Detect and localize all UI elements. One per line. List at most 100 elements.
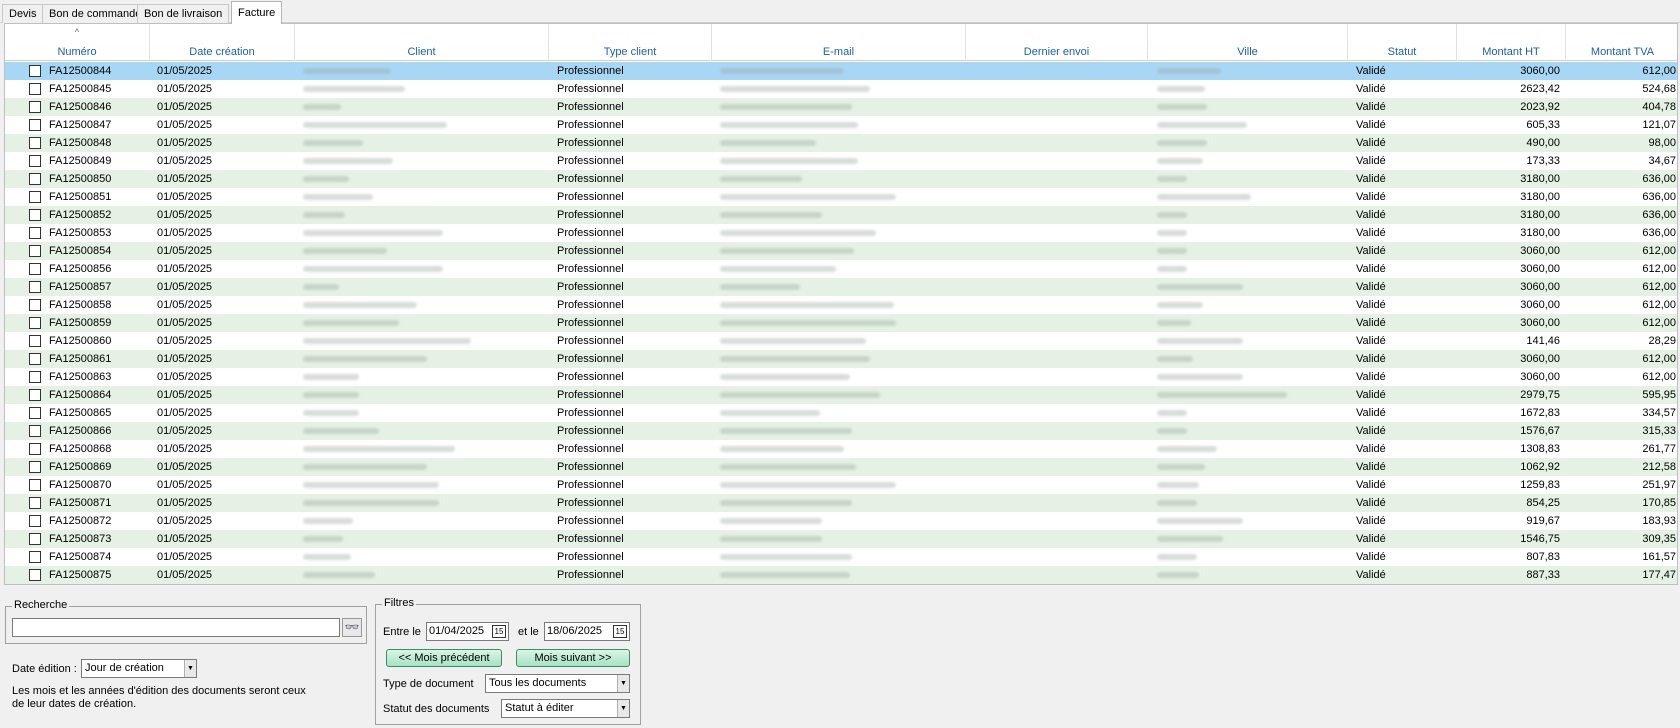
row-checkbox[interactable] [29,227,41,239]
table-row[interactable]: FA12500848 01/05/2025 Professionnel Validé 4… [5,134,1677,152]
table-row[interactable]: FA12500863 01/05/2025 Professionnel Validé 3… [5,368,1677,386]
row-checkbox[interactable] [29,137,41,149]
table-row[interactable]: FA12500854 01/05/2025 Professionnel Validé 3… [5,242,1677,260]
column-header-ville[interactable]: Ville [1148,24,1348,61]
row-checkbox[interactable] [29,209,41,221]
cell-ville-redacted [1157,554,1197,560]
row-checkbox[interactable] [29,461,41,473]
row-checkbox[interactable] [29,407,41,419]
table-row[interactable]: FA12500872 01/05/2025 Professionnel Validé 9… [5,512,1677,530]
row-checkbox[interactable] [29,317,41,329]
table-row[interactable]: FA12500852 01/05/2025 Professionnel Validé 3… [5,206,1677,224]
table-row[interactable]: FA12500873 01/05/2025 Professionnel Validé 1… [5,530,1677,548]
cell-montant-tva: 183,93 [1642,515,1676,527]
cell-statut: Validé [1356,83,1386,95]
row-checkbox[interactable] [29,497,41,509]
cell-numero: FA12500860 [49,335,112,347]
statut-documents-select[interactable]: Statut à éditer ▼ [501,699,630,718]
mois-suivant-button[interactable]: Mois suivant >> [516,649,630,667]
table-row[interactable]: FA12500853 01/05/2025 Professionnel Validé 3… [5,224,1677,242]
table-row[interactable]: FA12500869 01/05/2025 Professionnel Validé 1… [5,458,1677,476]
table-row[interactable]: FA12500851 01/05/2025 Professionnel Validé 3… [5,188,1677,206]
cell-numero: FA12500868 [49,443,112,455]
column-header-client[interactable]: Client [295,24,549,61]
row-checkbox[interactable] [29,155,41,167]
cell-client-redacted [303,446,455,452]
table-row[interactable]: FA12500844 01/05/2025 Professionnel Validé 3… [5,62,1677,80]
row-checkbox[interactable] [29,245,41,257]
tab-bon-de-livraison[interactable]: Bon de livraison [137,4,230,23]
row-checkbox[interactable] [29,83,41,95]
table-row[interactable]: FA12500875 01/05/2025 Professionnel Validé 8… [5,566,1677,584]
table-row[interactable]: FA12500865 01/05/2025 Professionnel Validé 1… [5,404,1677,422]
calendar-icon[interactable]: 15 [613,625,627,638]
cell-client-redacted [303,338,471,344]
row-checkbox[interactable] [29,425,41,437]
row-checkbox[interactable] [29,173,41,185]
row-checkbox[interactable] [29,263,41,275]
row-checkbox[interactable] [29,353,41,365]
tab-devis[interactable]: Devis [2,4,44,23]
table-row[interactable]: FA12500856 01/05/2025 Professionnel Validé 3… [5,260,1677,278]
search-input[interactable] [12,618,340,637]
type-document-select[interactable]: Tous les documents ▼ [485,674,630,693]
column-header-montant-ht[interactable]: Montant HT [1457,24,1566,61]
row-checkbox[interactable] [29,389,41,401]
row-checkbox[interactable] [29,119,41,131]
glasses-search-icon[interactable]: 👓 [342,618,362,637]
row-checkbox[interactable] [29,371,41,383]
cell-date-creation: 01/05/2025 [157,137,213,149]
cell-ville-redacted [1157,446,1217,452]
table-row[interactable]: FA12500870 01/05/2025 Professionnel Validé 1… [5,476,1677,494]
column-header-type-client[interactable]: Type client [549,24,712,61]
row-checkbox[interactable] [29,443,41,455]
mois-precedent-button[interactable]: << Mois précédent [386,649,502,667]
row-checkbox[interactable] [29,533,41,545]
cell-date-creation: 01/05/2025 [157,227,213,239]
row-checkbox[interactable] [29,299,41,311]
date-to-picker[interactable]: 18/06/2025 15 [544,622,630,641]
row-checkbox[interactable] [29,65,41,77]
table-row[interactable]: FA12500859 01/05/2025 Professionnel Validé 3… [5,314,1677,332]
table-row[interactable]: FA12500847 01/05/2025 Professionnel Validé 6… [5,116,1677,134]
column-header-numero[interactable]: ^ Numéro [5,24,150,61]
calendar-icon[interactable]: 15 [492,625,506,638]
row-checkbox[interactable] [29,569,41,581]
row-checkbox[interactable] [29,551,41,563]
row-checkbox[interactable] [29,479,41,491]
column-header-montant-tva[interactable]: Montant TVA [1566,24,1677,61]
table-row[interactable]: FA12500868 01/05/2025 Professionnel Validé 1… [5,440,1677,458]
table-row[interactable]: FA12500846 01/05/2025 Professionnel Validé 2… [5,98,1677,116]
column-header-statut[interactable]: Statut [1348,24,1457,61]
row-checkbox[interactable] [29,335,41,347]
table-row[interactable]: FA12500874 01/05/2025 Professionnel Validé 8… [5,548,1677,566]
column-header-dernier-envoi[interactable]: Dernier envoi [966,24,1148,61]
table-row[interactable]: FA12500858 01/05/2025 Professionnel Validé 3… [5,296,1677,314]
date-edition-select[interactable]: Jour de création ▼ [81,659,197,678]
cell-montant-ht: 490,00 [1526,137,1560,149]
cell-ville-redacted [1157,122,1247,128]
table-row[interactable]: FA12500857 01/05/2025 Professionnel Validé 3… [5,278,1677,296]
row-checkbox[interactable] [29,281,41,293]
table-row[interactable]: FA12500861 01/05/2025 Professionnel Validé 3… [5,350,1677,368]
row-checkbox[interactable] [29,101,41,113]
table-row[interactable]: FA12500871 01/05/2025 Professionnel Validé 8… [5,494,1677,512]
table-row[interactable]: FA12500845 01/05/2025 Professionnel Validé 2… [5,80,1677,98]
tab-facture[interactable]: Facture [231,1,283,24]
column-header-email[interactable]: E-mail [712,24,966,61]
cell-ville-redacted [1157,500,1197,506]
cell-ville-redacted [1157,158,1203,164]
date-from-picker[interactable]: 01/04/2025 15 [426,622,509,641]
table-row[interactable]: FA12500866 01/05/2025 Professionnel Validé 1… [5,422,1677,440]
tab-bon-de-commande[interactable]: Bon de commande [42,4,149,23]
cell-date-creation: 01/05/2025 [157,299,213,311]
column-header-date-creation[interactable]: Date création [150,24,295,61]
row-checkbox[interactable] [29,515,41,527]
cell-numero: FA12500864 [49,389,112,401]
table-row[interactable]: FA12500849 01/05/2025 Professionnel Validé 1… [5,152,1677,170]
table-row[interactable]: FA12500864 01/05/2025 Professionnel Validé 2… [5,386,1677,404]
row-checkbox[interactable] [29,191,41,203]
table-row[interactable]: FA12500850 01/05/2025 Professionnel Validé 3… [5,170,1677,188]
table-row[interactable]: FA12500860 01/05/2025 Professionnel Validé 1… [5,332,1677,350]
cell-type-client: Professionnel [557,83,624,95]
